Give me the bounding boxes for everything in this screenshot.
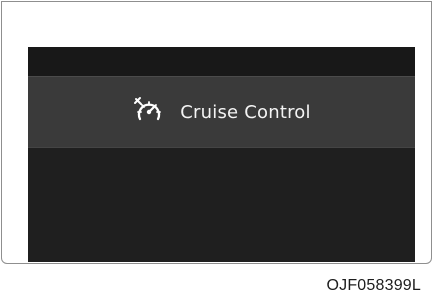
- display-top-band: [28, 47, 415, 76]
- cluster-display: Cruise Control: [28, 47, 415, 262]
- cruise-control-row: Cruise Control: [28, 76, 415, 148]
- cruise-control-label: Cruise Control: [180, 101, 311, 123]
- display-bottom-area: [28, 148, 415, 262]
- cruise-control-icon: [132, 95, 166, 129]
- image-code: OJF058399L: [326, 277, 421, 294]
